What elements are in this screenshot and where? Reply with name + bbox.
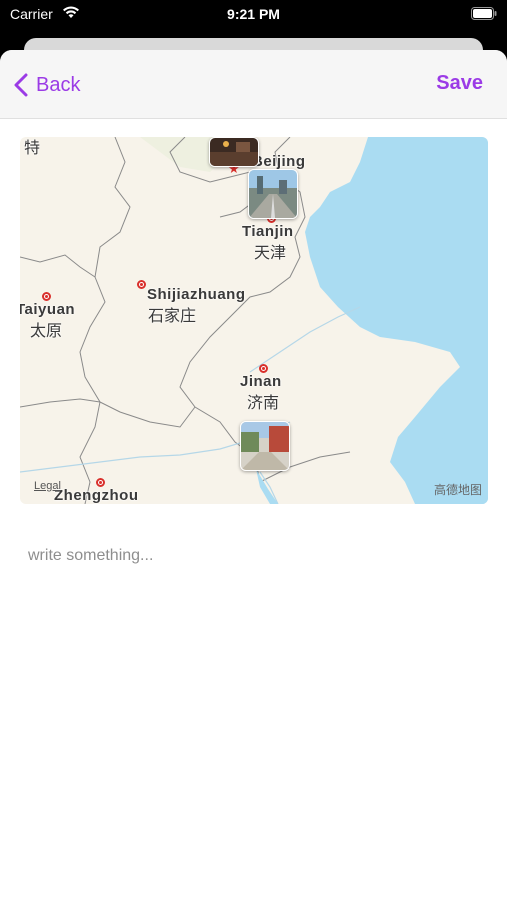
battery-icon xyxy=(471,7,497,20)
city-label-taiyuan: Taiyuan xyxy=(20,301,76,318)
partial-map-label: 特 xyxy=(24,140,41,157)
city-label-shijiazhuang: Shijiazhuang xyxy=(147,286,246,303)
map-attribution: 高德地图 xyxy=(433,483,482,497)
save-button[interactable]: Save xyxy=(436,72,483,95)
photo-pin-jinan[interactable] xyxy=(240,421,290,471)
city-label-tianjin: Tianjin xyxy=(242,223,294,240)
photo-thumbnail xyxy=(249,170,297,218)
photo-thumbnail xyxy=(210,138,258,166)
photo-thumbnail xyxy=(241,422,289,470)
photo-pin-beijing[interactable] xyxy=(209,137,259,167)
back-button[interactable]: Back xyxy=(14,70,80,100)
city-marker-taiyuan[interactable] xyxy=(42,292,51,301)
navigation-bar: Back Save xyxy=(0,50,507,119)
back-label: Back xyxy=(36,73,81,96)
city-label-jinan-cn: 济南 xyxy=(247,395,280,412)
map-view[interactable]: 特 Beijing ★ Tianjin 天津 Shijiazhuang 石家庄 … xyxy=(20,137,488,504)
chevron-left-icon xyxy=(14,73,28,97)
city-label-taiyuan-cn: 太原 xyxy=(30,323,63,340)
city-marker-jinan[interactable] xyxy=(259,364,268,373)
status-bar: Carrier 9:21 PM xyxy=(0,0,507,30)
city-marker-zhengzhou[interactable] xyxy=(96,478,105,487)
city-label-tianjin-cn: 天津 xyxy=(254,245,287,262)
city-label-zhengzhou: Zhengzhou xyxy=(54,487,139,504)
modal-sheet: Back Save 特 Beijing ★ Tianjin 天津 Shijiaz… xyxy=(0,50,507,900)
city-marker-shijiazhuang[interactable] xyxy=(137,280,146,289)
legal-link[interactable]: Legal xyxy=(34,480,61,492)
city-label-beijing: Beijing xyxy=(252,153,306,170)
clock-label: 9:21 PM xyxy=(227,6,280,22)
city-label-shijiazhuang-cn: 石家庄 xyxy=(148,308,197,325)
note-input[interactable] xyxy=(26,540,485,572)
city-label-jinan: Jinan xyxy=(240,373,282,390)
photo-pin-tianjin[interactable] xyxy=(248,169,298,219)
